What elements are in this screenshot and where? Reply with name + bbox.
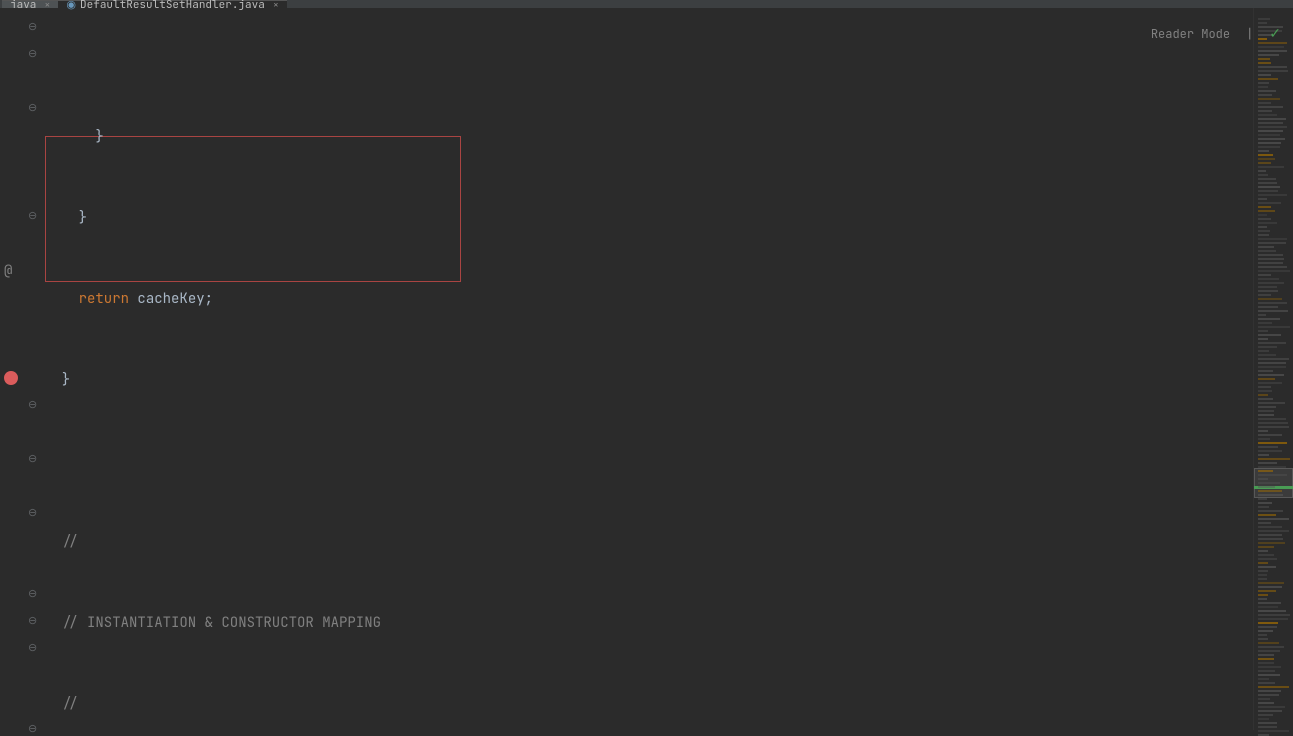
code-comment: // INSTANTIATION & CONSTRUCTOR MAPPING — [45, 614, 381, 632]
fold-marker[interactable]: ⊖ — [28, 101, 37, 115]
fold-marker[interactable]: ⊖ — [28, 587, 37, 601]
code-text: } — [45, 128, 104, 146]
editor-status-bar: Reader Mode | ✓ — [1151, 25, 1281, 43]
fold-marker[interactable]: ⊖ — [28, 506, 37, 520]
code-editor[interactable]: } } return cacheKey; } // // INSTANTIATI… — [45, 8, 1253, 730]
fold-marker[interactable]: ⊖ — [28, 641, 37, 655]
editor-area: ⊖ ⊖ ⊖ ⊖ @ ⊖ ⊖ ⊖ ⊖ ⊖ ⊖ ⊖ } } return cache… — [0, 8, 1293, 730]
fold-marker[interactable]: ⊖ — [28, 209, 37, 223]
gutter[interactable]: ⊖ ⊖ ⊖ ⊖ @ ⊖ ⊖ ⊖ ⊖ ⊖ ⊖ ⊖ — [0, 8, 45, 730]
checkmark-icon[interactable]: ✓ — [1269, 25, 1281, 43]
code-keyword: return — [79, 290, 129, 308]
fold-marker[interactable]: ⊖ — [28, 398, 37, 412]
code-text: } — [45, 371, 70, 389]
tab-java[interactable]: java × — [2, 0, 58, 8]
change-marker-icon[interactable]: @ — [4, 262, 12, 280]
reader-mode-label[interactable]: Reader Mode — [1151, 26, 1230, 42]
tab-bar: java × ◉ DefaultResultSetHandler.java × — [0, 0, 1293, 8]
breakpoint-icon[interactable] — [4, 371, 18, 385]
fold-marker[interactable]: ⊖ — [28, 20, 37, 34]
fold-marker[interactable]: ⊖ — [28, 722, 37, 736]
fold-marker[interactable]: ⊖ — [28, 452, 37, 466]
separator: | — [1246, 26, 1253, 42]
fold-marker[interactable]: ⊖ — [28, 614, 37, 628]
code-comment: // — [45, 695, 79, 713]
code-text: cacheKey; — [129, 290, 213, 308]
code-text: } — [45, 209, 87, 227]
code-text — [45, 290, 79, 308]
code-comment: // — [45, 533, 79, 551]
minimap[interactable] — [1253, 8, 1293, 730]
fold-marker[interactable]: ⊖ — [28, 47, 37, 61]
tab-file-active[interactable]: ◉ DefaultResultSetHandler.java × — [58, 0, 286, 8]
